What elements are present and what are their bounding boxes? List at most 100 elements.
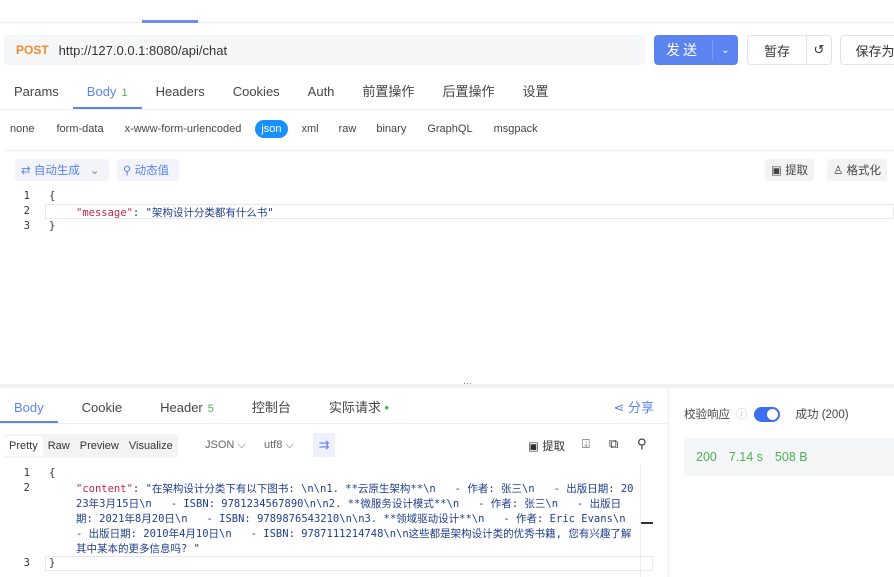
tab-label: Params	[14, 84, 59, 99]
tab-settings[interactable]: 设置	[508, 78, 562, 109]
validation-toggle[interactable]	[753, 406, 780, 422]
view-preview[interactable]: Preview	[75, 436, 124, 456]
body-type-binary[interactable]: binary	[376, 123, 406, 135]
download-icon[interactable]: ⍗	[582, 436, 590, 452]
refresh-icon: ⇄	[21, 165, 34, 177]
tab-label: Cookies	[232, 84, 280, 99]
reset-icon[interactable]: ↺	[806, 35, 832, 65]
search-icon[interactable]: ⚲	[637, 436, 647, 452]
share-label: 分享	[627, 400, 654, 415]
body-type-raw[interactable]: raw	[339, 123, 357, 135]
url-bar[interactable]: POST http://127.0.0.1:8080/api/chat	[4, 35, 645, 65]
body-type-json[interactable]: json	[255, 120, 288, 138]
tab-headers[interactable]: Headers	[142, 78, 219, 109]
body-type-form-data[interactable]: form-data	[56, 123, 103, 135]
response-tab-cookie[interactable]: Cookie	[68, 393, 136, 423]
format-button[interactable]: ♙ 格式化	[827, 159, 888, 181]
body-type-msgpack[interactable]: msgpack	[494, 123, 538, 135]
body-type-selector: none form-data x-www-form-urlencoded jso…	[0, 120, 538, 138]
dynamic-label: 动态值	[134, 165, 170, 177]
send-label[interactable]: 发送	[654, 40, 713, 60]
response-tabs: Body Cookie Header 5 控制台 实际请求 • ⋖ 分享	[0, 393, 668, 424]
scrollbar[interactable]	[640, 465, 655, 577]
format-icon: ♙	[833, 165, 847, 177]
body-type-graphql[interactable]: GraphQL	[427, 123, 472, 135]
response-time: 7.14 s	[728, 450, 763, 464]
tab-label: Body	[86, 84, 117, 99]
extract-icon: ▣	[771, 165, 786, 177]
brace: }	[49, 557, 56, 569]
tab-label: 实际请求	[328, 400, 381, 415]
body-type-none[interactable]: none	[10, 123, 34, 135]
share-button[interactable]: ⋖ 分享	[613, 393, 668, 423]
save-temp-button[interactable]: 暂存	[747, 35, 807, 65]
method-select[interactable]: POST	[16, 43, 49, 57]
tab-badge: 5	[207, 403, 214, 415]
brace: }	[49, 220, 56, 232]
validation-panel: 校验响应 ⓘ 成功 (200) 200 7.14 s 508 B	[668, 388, 894, 577]
extract-button[interactable]: ▣ 提取	[765, 159, 815, 181]
response-code[interactable]: 1 2 3 { "content": "在架构设计分类下有以下图书: \n\n1…	[0, 465, 655, 577]
tab-label: Headers	[155, 84, 205, 99]
tab-body[interactable]: Body 1	[72, 78, 142, 109]
status-code: 200	[696, 450, 717, 464]
url-input[interactable]: http://127.0.0.1:8080/api/chat	[59, 43, 227, 58]
response-tab-console[interactable]: 控制台	[238, 393, 305, 423]
view-pretty[interactable]: Pretty	[4, 436, 43, 456]
brace: {	[49, 467, 56, 479]
encoding-select[interactable]: utf8 ⌵	[264, 439, 294, 452]
request-body-editor[interactable]	[4, 150, 894, 381]
line-number: 1	[23, 467, 30, 479]
line-number: 3	[23, 557, 30, 569]
line-number: 2	[23, 205, 30, 217]
request-tabs: Params Body 1 Headers Cookies Auth 前置操作 后…	[0, 78, 894, 110]
chevron-down-icon[interactable]: ⌄	[90, 163, 100, 177]
share-icon: ⋖	[613, 400, 628, 415]
json-key: "message"	[76, 207, 133, 219]
format-value: JSON	[205, 439, 235, 451]
response-extract-button[interactable]: ▣ 提取	[528, 438, 565, 454]
tab-label: Auth	[307, 84, 335, 99]
tab-params[interactable]: Params	[0, 78, 73, 109]
extract-label: 提取	[542, 441, 566, 453]
json-key: "content"	[76, 483, 133, 495]
view-visualize[interactable]: Visualize	[124, 436, 178, 456]
tab-label: 前置操作	[362, 84, 415, 99]
auto-label: 自动生成	[33, 165, 80, 177]
response-tab-body[interactable]: Body	[0, 393, 58, 423]
brace: {	[49, 190, 56, 202]
tab-cookies[interactable]: Cookies	[219, 78, 294, 109]
validation-result: 成功 (200)	[795, 409, 849, 421]
extract-label: 提取	[785, 165, 809, 177]
auto-generate-button[interactable]: ⇄ 自动生成 ⌄	[15, 159, 109, 181]
format-select[interactable]: JSON ⌵	[205, 439, 246, 452]
active-tab-indicator	[142, 20, 198, 23]
json-value: "在架构设计分类下有以下图书: \n\n1. **云原生架构**\n - 作者:…	[76, 483, 634, 555]
wand-icon: ⚲	[123, 165, 135, 177]
tab-label: 设置	[522, 84, 549, 99]
send-button[interactable]: 发送 ⌄	[654, 35, 738, 65]
tab-pre-actions[interactable]: 前置操作	[348, 78, 428, 109]
body-type-xml[interactable]: xml	[302, 123, 319, 135]
line-number: 3	[23, 220, 30, 232]
wrap-toggle-icon[interactable]: ⇉	[313, 433, 335, 457]
line-number: 1	[23, 190, 30, 202]
response-tab-header[interactable]: Header 5	[146, 393, 228, 423]
save-as-button[interactable]: 保存为	[840, 35, 894, 65]
tab-post-actions[interactable]: 后置操作	[428, 78, 508, 109]
line-number: 2	[23, 482, 30, 494]
extract-icon: ▣	[528, 441, 543, 453]
response-tab-actual-request[interactable]: 实际请求 •	[315, 393, 403, 423]
request-code[interactable]: 1 2 3 { "message": "架构设计分类都有什么书" }	[0, 190, 894, 235]
view-raw[interactable]: Raw	[43, 436, 75, 456]
tab-auth[interactable]: Auth	[294, 78, 349, 109]
tab-label: 后置操作	[442, 84, 495, 99]
top-divider	[0, 22, 894, 23]
dynamic-value-button[interactable]: ⚲ 动态值	[117, 159, 179, 181]
body-type-urlencoded[interactable]: x-www-form-urlencoded	[125, 123, 242, 135]
chevron-down-icon[interactable]: ⌄	[713, 45, 738, 56]
copy-icon[interactable]: ⧉	[609, 436, 618, 452]
tab-label: Cookie	[81, 400, 123, 415]
response-size: 508 B	[774, 450, 808, 464]
validation-label: 校验响应	[684, 409, 730, 421]
